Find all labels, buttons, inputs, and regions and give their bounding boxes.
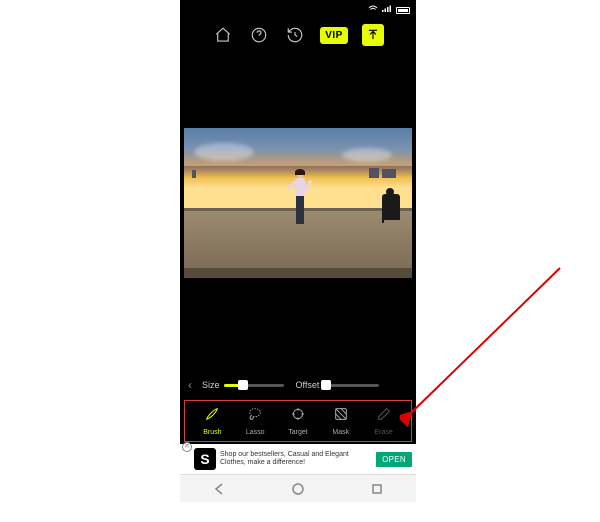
tool-label: Erase — [374, 429, 392, 436]
tool-row: Brush Lasso Target Mask Erase — [184, 400, 412, 442]
history-icon[interactable] — [284, 24, 306, 46]
nav-home-icon[interactable] — [283, 481, 313, 497]
offset-label: Offset — [296, 380, 320, 390]
home-icon[interactable] — [212, 24, 234, 46]
lasso-icon — [247, 406, 263, 427]
tool-erase: Erase — [362, 406, 405, 436]
slider-row: ‹ Size Offset — [180, 370, 416, 400]
image-canvas[interactable] — [180, 50, 416, 370]
size-slider-thumb[interactable] — [238, 380, 248, 390]
offset-slider-thumb[interactable] — [321, 380, 331, 390]
ad-close-icon[interactable]: ✕ — [182, 442, 192, 452]
edited-photo — [184, 128, 412, 278]
tool-mask[interactable]: Mask — [319, 406, 362, 436]
offset-slider[interactable] — [323, 384, 379, 387]
ad-open-button[interactable]: OPEN — [376, 452, 412, 467]
tool-label: Lasso — [246, 429, 265, 436]
wifi-icon — [368, 5, 378, 15]
signal-icon — [382, 5, 392, 15]
tool-lasso[interactable]: Lasso — [234, 406, 277, 436]
ad-logo: S — [194, 448, 216, 470]
export-button[interactable] — [362, 24, 384, 46]
ad-text: Shop our bestsellers, Casual and Elegant… — [220, 451, 372, 468]
brush-icon — [204, 406, 220, 427]
mask-icon — [333, 406, 349, 427]
annotation-arrow — [400, 260, 580, 430]
vip-badge[interactable]: VIP — [320, 27, 348, 44]
phone-screen: VIP — [180, 0, 416, 502]
help-icon[interactable] — [248, 24, 270, 46]
tool-label: Brush — [203, 429, 221, 436]
nav-recent-icon[interactable] — [362, 481, 392, 497]
top-toolbar: VIP — [180, 20, 416, 50]
background-person — [382, 194, 400, 220]
tool-brush[interactable]: Brush — [191, 406, 234, 436]
erase-icon — [376, 406, 392, 427]
target-icon — [290, 406, 306, 427]
battery-icon — [396, 7, 410, 14]
upload-icon — [366, 28, 380, 42]
tool-label: Target — [288, 429, 307, 436]
size-label: Size — [202, 380, 220, 390]
size-slider[interactable] — [224, 384, 284, 387]
tool-target[interactable]: Target — [277, 406, 320, 436]
tool-label: Mask — [332, 429, 349, 436]
status-bar — [180, 0, 416, 20]
android-nav-bar — [180, 474, 416, 502]
nav-back-icon[interactable] — [204, 481, 234, 497]
ad-banner[interactable]: ✕ S Shop our bestsellers, Casual and Ele… — [180, 444, 416, 474]
subject-person — [293, 170, 307, 232]
back-chevron-icon[interactable]: ‹ — [188, 378, 198, 392]
